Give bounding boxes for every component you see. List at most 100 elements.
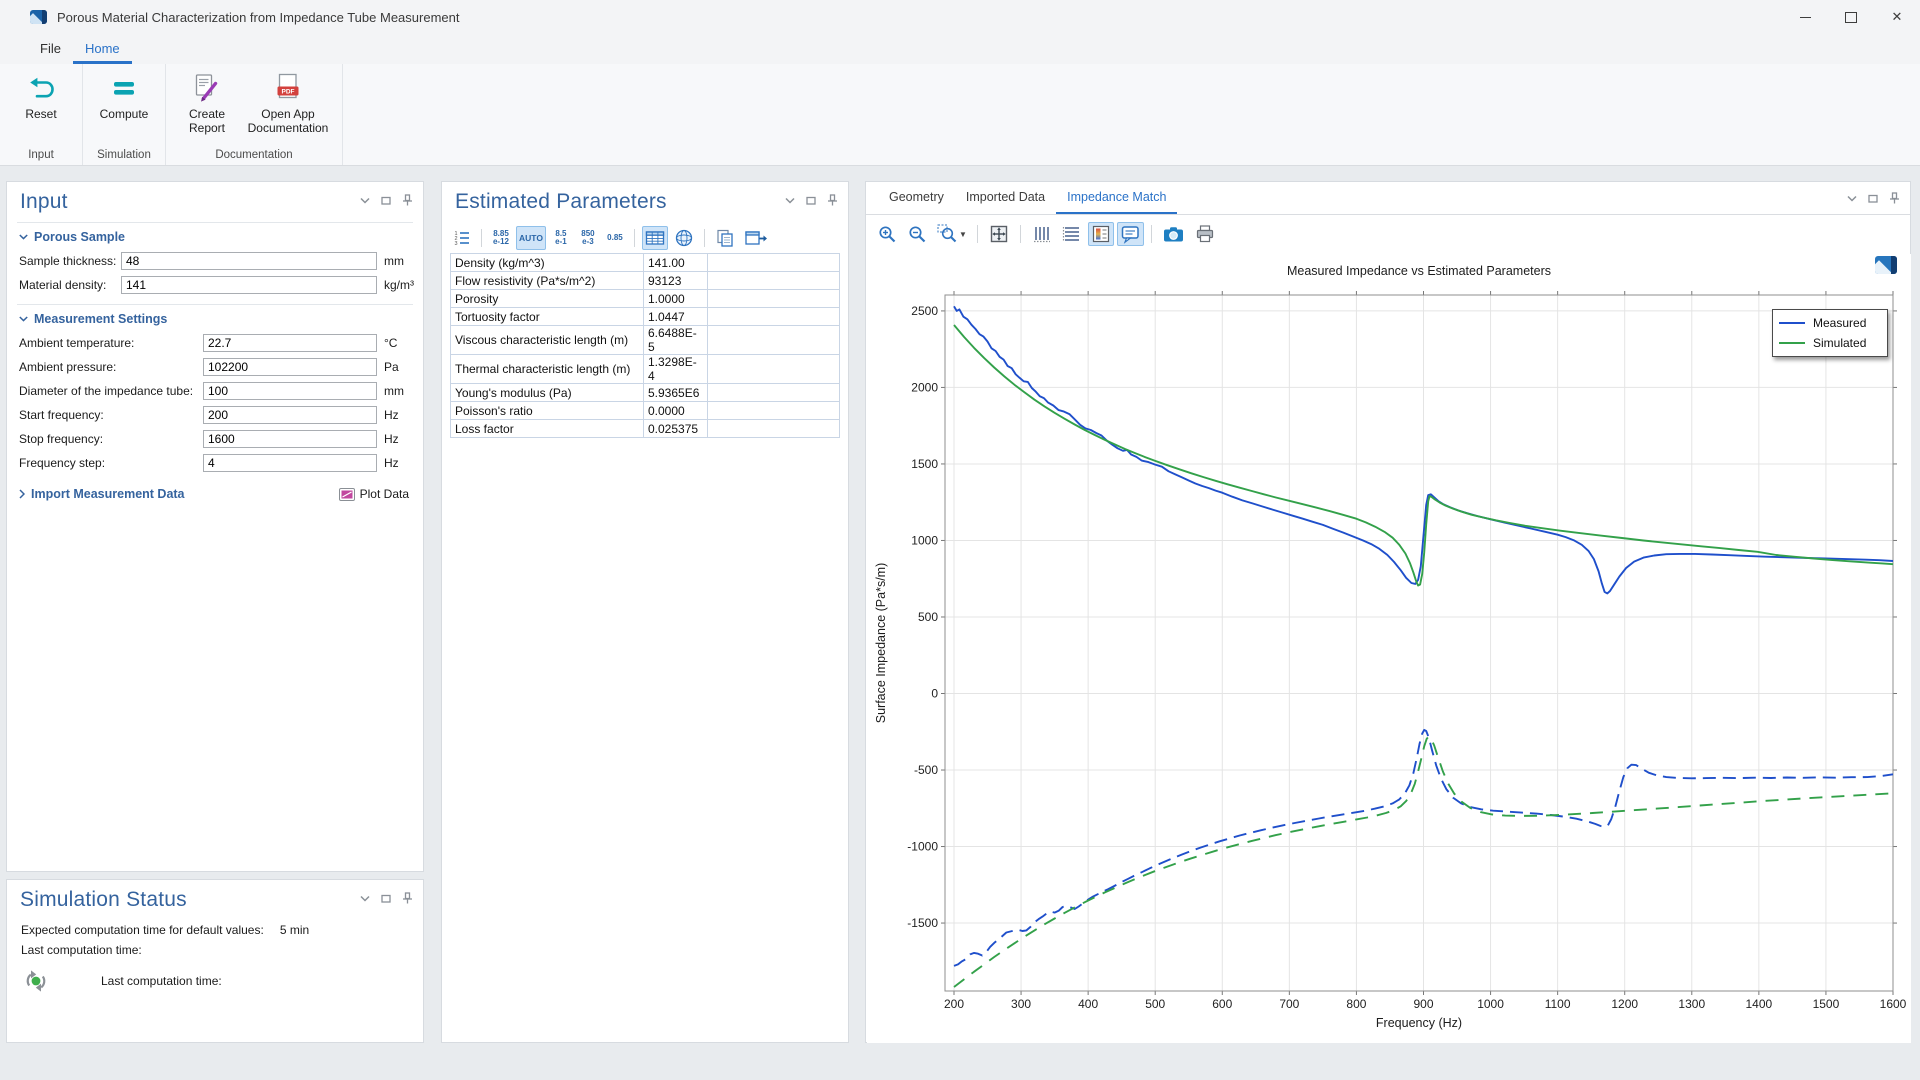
sphere-icon [674,228,694,248]
format-auto-button[interactable]: AUTO [516,226,546,250]
zoom-out-button[interactable] [904,222,931,246]
chevron-down-icon[interactable] [785,197,795,204]
format-engineering-e3-button[interactable]: 850 e-3 [576,226,600,250]
parameter-value[interactable]: 0.0000 [644,402,708,420]
image-snapshot-button[interactable] [1159,222,1188,246]
pin-icon[interactable] [1889,192,1900,204]
plot-data-label: Plot Data [360,487,409,501]
plot-data-button[interactable]: Plot Data [335,485,413,503]
float-panel-icon[interactable] [381,196,391,205]
zoom-box-icon [937,224,958,245]
stop-frequency-label: Stop frequency: [19,432,203,446]
format-decimal-label: 0.85 [607,234,623,243]
pin-icon[interactable] [827,194,838,206]
export-table-button[interactable] [741,226,770,250]
format-scientific-button[interactable]: 8.85 e-12 [489,226,513,250]
parameter-name: Thermal characteristic length (m) [451,355,644,384]
parameter-value[interactable]: 141.00 [644,254,708,272]
chevron-down-icon[interactable] [1847,195,1857,202]
svg-text:500: 500 [1145,997,1165,1011]
ribbon-group-label-input: Input [8,148,74,165]
tube-diameter-field[interactable] [203,382,377,400]
parameter-extra[interactable] [708,355,840,384]
chevron-down-icon[interactable] [360,895,370,902]
chart-legend: MeasuredSimulated [1772,309,1888,357]
float-panel-icon[interactable] [806,196,816,205]
last-computation-time-label: Last computation time: [21,943,142,957]
parameter-extra[interactable] [708,420,840,438]
chart-y-axis-label: Surface Impedance (Pa*s/m) [874,563,888,724]
parameter-extra[interactable] [708,254,840,272]
section-porous-sample[interactable]: Porous Sample [7,223,423,249]
input-panel: Input Porous Sample Sample thickness: mm… [6,181,424,872]
y-axis-grid-button[interactable] [1058,222,1085,246]
ambient-pressure-unit: Pa [377,360,399,374]
numbered-list-button[interactable]: 123 [450,226,474,250]
copy-table-button[interactable] [712,226,738,250]
full-precision-button[interactable] [671,226,697,250]
minimize-button[interactable] [1782,0,1828,34]
maximize-button[interactable] [1828,0,1874,34]
import-measurement-data-header[interactable]: Import Measurement Data [31,487,185,501]
estimated-parameters-title: Estimated Parameters [455,190,667,214]
parameter-extra[interactable] [708,308,840,326]
tab-geometry[interactable]: Geometry [878,182,955,214]
pin-icon[interactable] [402,892,413,904]
close-icon: ✕ [1892,9,1903,25]
ambient-temperature-unit: °C [377,336,397,350]
menu-home[interactable]: Home [73,34,132,64]
parameter-extra[interactable] [708,326,840,355]
parameter-extra[interactable] [708,402,840,420]
material-density-field[interactable] [121,276,377,294]
zoom-box-button[interactable]: ▼ [934,222,970,246]
measurement-settings-heading: Measurement Settings [34,312,167,326]
print-button[interactable] [1191,222,1219,246]
pin-icon[interactable] [402,194,413,206]
svg-text:1000: 1000 [1477,997,1504,1011]
float-panel-icon[interactable] [1868,194,1878,203]
ambient-pressure-field[interactable] [203,358,377,376]
parameter-extra[interactable] [708,290,840,308]
close-button[interactable]: ✕ [1874,0,1920,34]
compute-label: Compute [100,107,149,121]
parameter-value[interactable]: 1.3298E-4 [644,355,708,384]
parameter-row: Poisson's ratio0.0000 [451,402,840,420]
zoom-in-button[interactable] [874,222,901,246]
svg-text:1300: 1300 [1678,997,1705,1011]
ambient-temperature-field[interactable] [203,334,377,352]
parameter-value[interactable]: 0.025375 [644,420,708,438]
tab-imported-data[interactable]: Imported Data [955,182,1056,214]
start-frequency-field[interactable] [203,406,377,424]
parameter-extra[interactable] [708,272,840,290]
menu-file[interactable]: File [28,34,73,64]
parameter-value[interactable]: 1.0447 [644,308,708,326]
compute-button[interactable]: Compute [91,70,157,123]
create-report-button[interactable]: Create Report [174,70,240,138]
section-measurement-settings[interactable]: Measurement Settings [7,305,423,331]
tab-impedance-match[interactable]: Impedance Match [1056,182,1177,214]
frequency-step-field[interactable] [203,454,377,472]
table-view-button[interactable] [642,226,668,250]
sample-thickness-label: Sample thickness: [19,254,121,268]
float-panel-icon[interactable] [381,894,391,903]
parameter-value[interactable]: 5.9365E6 [644,384,708,402]
format-engineering-button[interactable]: 8.5 e-1 [549,226,573,250]
svg-text:700: 700 [1279,997,1299,1011]
zoom-extents-icon [988,223,1010,245]
ambient-pressure-label: Ambient pressure: [19,360,203,374]
stop-frequency-field[interactable] [203,430,377,448]
zoom-extents-button[interactable] [985,222,1013,246]
format-decimal-button[interactable]: 0.85 [603,226,627,250]
annotations-button[interactable] [1117,222,1144,246]
color-legend-button[interactable] [1088,222,1114,246]
parameter-extra[interactable] [708,384,840,402]
tube-diameter-unit: mm [377,384,404,398]
sample-thickness-field[interactable] [121,252,377,270]
x-axis-grid-button[interactable] [1028,222,1055,246]
reset-button[interactable]: Reset [8,70,74,123]
parameter-value[interactable]: 1.0000 [644,290,708,308]
open-documentation-button[interactable]: PDF Open App Documentation [242,70,334,138]
chevron-down-icon[interactable] [360,197,370,204]
parameter-value[interactable]: 93123 [644,272,708,290]
parameter-value[interactable]: 6.6488E-5 [644,326,708,355]
